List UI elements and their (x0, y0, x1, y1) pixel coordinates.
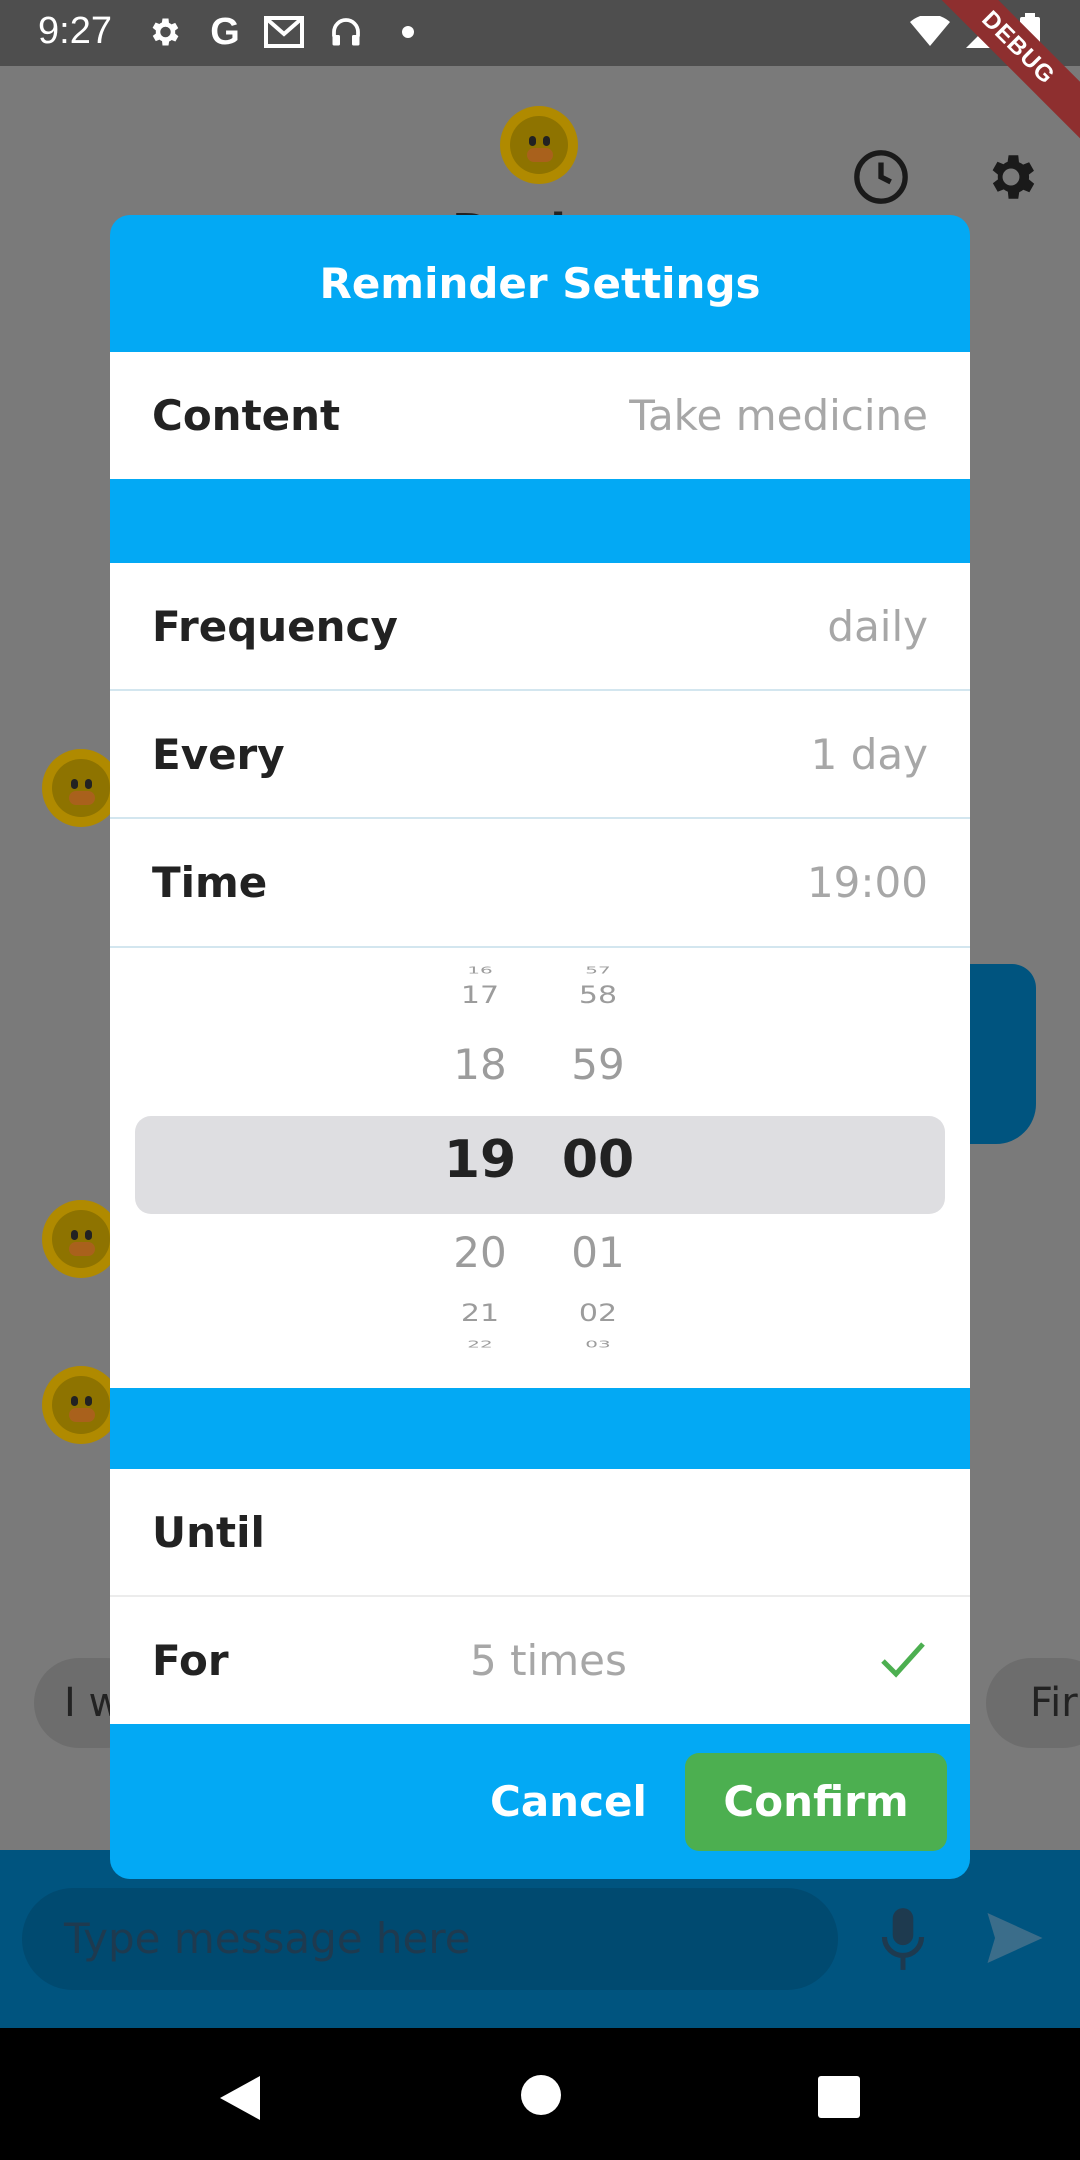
duck-avatar[interactable] (500, 106, 578, 184)
minute-option[interactable]: 58 (548, 982, 648, 1010)
selected-minute[interactable]: 00 (548, 1130, 648, 1190)
confirm-button[interactable]: Confirm (685, 1753, 947, 1851)
every-row[interactable]: Every 1 day (110, 691, 970, 818)
back-icon[interactable] (218, 2074, 262, 2126)
message-input[interactable]: Type message here (22, 1888, 838, 1990)
minute-option[interactable]: 03 (548, 1338, 648, 1350)
home-icon[interactable] (520, 2074, 562, 2120)
content-value[interactable]: Take medicine (629, 352, 928, 479)
google-icon: G (210, 10, 240, 53)
hour-option[interactable]: 18 (430, 1040, 530, 1089)
for-value[interactable]: 5 times (470, 1597, 627, 1724)
recents-icon[interactable] (818, 2076, 860, 2122)
dialog-title: Reminder Settings (319, 259, 761, 308)
time-row[interactable]: Time 19:00 (110, 819, 970, 946)
time-value[interactable]: 19:00 (807, 819, 928, 946)
dialog-footer: Cancel Confirm (110, 1725, 970, 1879)
clock-icon[interactable] (852, 148, 910, 210)
wifi-icon (910, 12, 950, 52)
system-nav-bar (0, 2028, 1080, 2160)
minute-option[interactable]: 57 (548, 964, 648, 976)
dot-icon (388, 12, 428, 52)
checkmark-icon[interactable] (880, 1639, 926, 1683)
headphones-icon (326, 12, 366, 52)
hour-option[interactable]: 20 (430, 1228, 530, 1277)
picker-selection-highlight (135, 1116, 945, 1214)
duck-avatar (42, 1366, 120, 1444)
for-row[interactable]: For 5 times (110, 1597, 970, 1724)
send-icon[interactable] (985, 1910, 1045, 1970)
until-row[interactable]: Until (110, 1469, 970, 1596)
suggestion-chip[interactable]: Fir (986, 1658, 1080, 1748)
mic-icon[interactable] (878, 1904, 928, 1978)
frequency-value[interactable]: daily (827, 563, 928, 690)
mail-icon (264, 12, 304, 52)
selected-hour[interactable]: 19 (430, 1130, 530, 1190)
gear-icon (144, 12, 184, 52)
duck-avatar (42, 1200, 120, 1278)
time-picker[interactable]: 16 17 18 19 20 21 22 57 58 59 00 01 02 0… (110, 948, 970, 1388)
minute-option[interactable]: 59 (548, 1040, 648, 1089)
frequency-label: Frequency (152, 602, 398, 651)
frequency-row[interactable]: Frequency daily (110, 563, 970, 690)
status-bar: 9:27 G DEBUG (0, 0, 1080, 147)
time-label: Time (152, 858, 268, 907)
content-row[interactable]: Content Take medicine (110, 352, 970, 479)
settings-gear-icon[interactable] (982, 148, 1040, 210)
minute-option[interactable]: 01 (548, 1228, 648, 1277)
minute-option[interactable]: 02 (548, 1300, 648, 1328)
cancel-button[interactable]: Cancel (470, 1753, 667, 1851)
hour-option[interactable]: 16 (430, 964, 530, 976)
reminder-settings-dialog: Reminder Settings Content Take medicine … (110, 215, 970, 1879)
hour-option[interactable]: 17 (430, 982, 530, 1010)
for-label: For (152, 1636, 229, 1685)
duck-avatar (42, 749, 120, 827)
hour-option[interactable]: 21 (430, 1300, 530, 1328)
until-label: Until (152, 1508, 265, 1557)
every-value[interactable]: 1 day (811, 691, 928, 818)
every-label: Every (152, 730, 285, 779)
hour-option[interactable]: 22 (430, 1338, 530, 1350)
content-label: Content (152, 391, 341, 440)
status-time: 9:27 (38, 10, 112, 52)
